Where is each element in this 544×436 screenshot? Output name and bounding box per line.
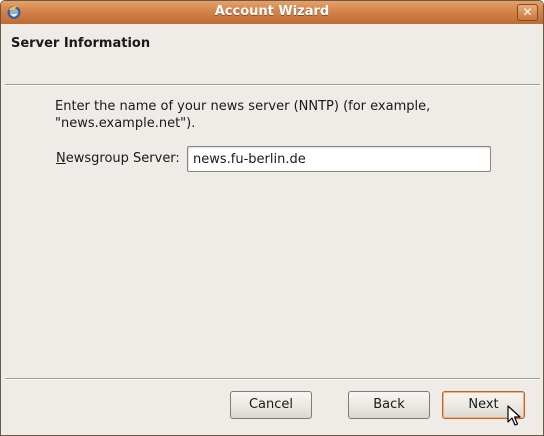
instructions-line-1: Enter the name of your news server (NNTP… — [55, 99, 431, 114]
wizard-page-header: Server Information — [1, 24, 543, 84]
instructions-text: Enter the name of your news server (NNTP… — [55, 98, 495, 132]
header-separator — [5, 84, 540, 86]
newsgroup-server-label: Newsgroup Server: — [56, 151, 180, 166]
label-mnemonic: N — [56, 151, 66, 166]
mouse-pointer-icon — [507, 405, 521, 426]
label-text: ewsgroup Server: — [65, 151, 180, 166]
close-icon[interactable]: ✕ — [517, 4, 538, 21]
titlebar[interactable]: Account Wizard ✕ — [1, 1, 543, 25]
back-button[interactable]: Back — [348, 391, 430, 419]
cancel-button[interactable]: Cancel — [230, 391, 312, 419]
window-title: Account Wizard — [214, 4, 330, 19]
footer-separator — [5, 378, 540, 380]
account-wizard-window: Account Wizard ✕ Server Information Ente… — [0, 0, 544, 436]
instructions-line-2: "news.example.net"). — [55, 116, 196, 131]
newsgroup-server-input[interactable] — [187, 146, 491, 172]
page-title: Server Information — [11, 36, 151, 51]
